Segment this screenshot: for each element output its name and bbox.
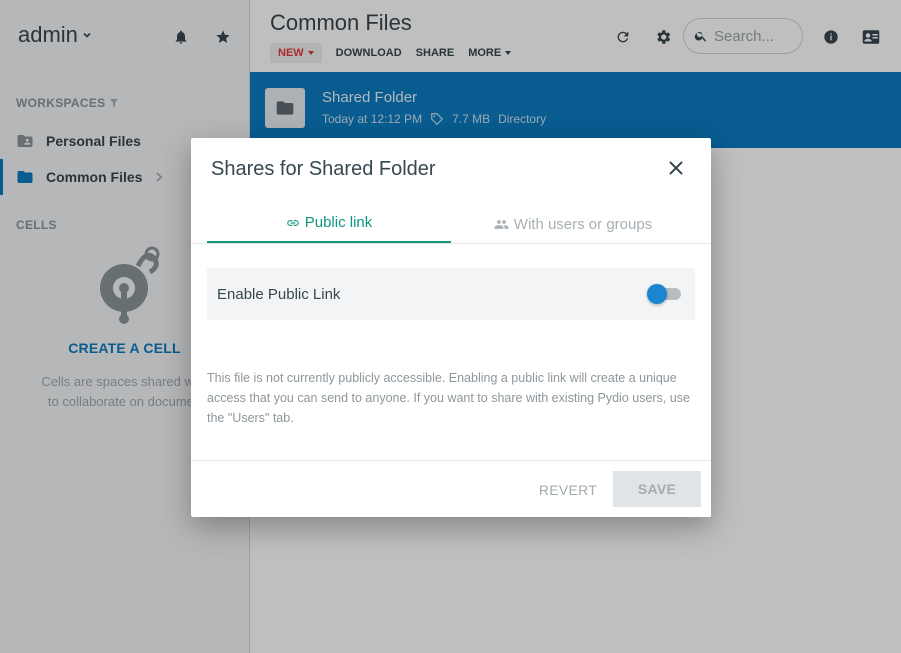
tab-users-groups[interactable]: With users or groups bbox=[451, 204, 695, 244]
footer-divider bbox=[191, 460, 711, 461]
dialog-title: Shares for Shared Folder bbox=[211, 158, 436, 180]
close-icon bbox=[669, 161, 683, 175]
public-link-help-text: This file is not currently publicly acce… bbox=[207, 371, 690, 425]
tabs-divider bbox=[191, 243, 711, 244]
share-tabs: Public link With users or groups bbox=[207, 204, 695, 244]
link-icon bbox=[286, 219, 299, 226]
tab-label: Public link bbox=[304, 214, 373, 231]
tab-label: With users or groups bbox=[513, 215, 653, 233]
tab-public-link[interactable]: Public link bbox=[207, 204, 451, 244]
revert-button[interactable]: REVERT bbox=[533, 473, 603, 507]
toggle-knob bbox=[647, 284, 667, 304]
people-icon bbox=[494, 219, 509, 229]
close-button[interactable] bbox=[666, 158, 686, 178]
share-dialog: Shares for Shared Folder Public link Wit… bbox=[191, 138, 711, 517]
save-button[interactable]: SAVE bbox=[613, 471, 701, 507]
enable-public-link-row[interactable]: Enable Public Link bbox=[207, 268, 695, 320]
toggle-label: Enable Public Link bbox=[217, 285, 341, 303]
public-link-toggle[interactable] bbox=[647, 284, 683, 304]
